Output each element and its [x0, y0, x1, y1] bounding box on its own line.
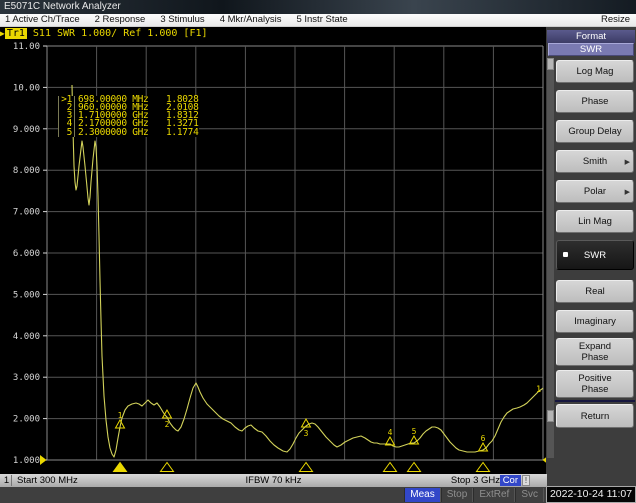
trace-marker-label-5: 5	[412, 427, 417, 436]
softkey-expand-phase[interactable]: ExpandPhase	[556, 338, 634, 366]
status-indicators: MeasStopExtRefSvc	[404, 487, 544, 503]
status-stop: Stop	[441, 488, 474, 502]
y-axis-label: 6.000	[13, 249, 40, 259]
softkey-polar[interactable]: Polar▶	[556, 180, 634, 203]
softkey-sidebar: Format SWR Log MagPhaseGroup DelaySmith▶…	[546, 27, 636, 486]
y-axis-label: 4.000	[13, 332, 40, 342]
y-axis-label: 2.000	[13, 415, 40, 425]
stimulus-marker-3[interactable]	[300, 463, 313, 472]
ref-level-arrow-left	[40, 455, 47, 465]
stimulus-marker-6[interactable]	[477, 463, 490, 472]
datetime-display: 2022-10-24 11:07	[546, 486, 636, 503]
marker-value: 1.1774	[166, 127, 199, 138]
marker-frequency: 2.3000000 GHz	[78, 129, 166, 137]
y-axis-label: 7.000	[13, 208, 40, 218]
softkey-return[interactable]: Return	[556, 404, 634, 428]
trace-name-badge[interactable]: Tr1	[5, 28, 27, 39]
trace-marker-label-3: 3	[304, 429, 309, 438]
stimulus-marker-1[interactable]	[114, 463, 127, 472]
softkey-log-mag[interactable]: Log Mag	[556, 60, 634, 83]
softkey-smith[interactable]: Smith▶	[556, 150, 634, 173]
stimulus-marker-4[interactable]	[384, 463, 397, 472]
channel-status-bar: 1 IFBW 70 kHz Start 300 MHz Stop 3 GHz C…	[0, 474, 547, 487]
menu-item-mkr-analysis[interactable]: 4 Mkr/Analysis	[220, 14, 282, 26]
trace-marker-label-1: 1	[118, 411, 123, 420]
table-column-separator	[74, 104, 75, 112]
status-meas: Meas	[404, 488, 440, 502]
table-column-separator	[74, 112, 75, 120]
softkey-label: Phase	[557, 384, 633, 395]
softkey-swr[interactable]: SWR	[556, 240, 634, 270]
softkey-label: Lin Mag	[557, 216, 633, 227]
y-axis-label: 8.000	[13, 166, 40, 176]
y-axis-label: 10.00	[13, 83, 40, 93]
stimulus-marker-5[interactable]	[408, 463, 421, 472]
softkey-label: Expand	[557, 341, 633, 352]
trace-number-label: 1	[536, 385, 541, 395]
softkey-positive-phase[interactable]: PositivePhase	[556, 370, 634, 398]
trace-marker-label-6: 6	[481, 434, 486, 443]
warning-badge: !	[522, 475, 530, 486]
menu-items: 1 Active Ch/Trace 2 Response 3 Stimulus 4 M…	[5, 14, 363, 26]
softkey-label: Smith	[557, 156, 633, 167]
softkey-label: Return	[557, 411, 633, 422]
softkey-label: Phase	[557, 96, 633, 107]
menu-resize[interactable]: Resize	[601, 14, 630, 26]
submenu-arrow-icon: ▶	[625, 158, 630, 166]
softkey-label: Phase	[557, 352, 633, 363]
softkey-label: Log Mag	[557, 66, 633, 77]
status-extref: ExtRef	[473, 488, 515, 502]
start-frequency-readout: Start 300 MHz	[17, 474, 78, 487]
softkey-label: Polar	[557, 186, 633, 197]
instrument-status-bar: MeasStopExtRefSvc	[0, 487, 546, 503]
stimulus-marker-2[interactable]	[161, 463, 174, 472]
softkey-group-delay[interactable]: Group Delay	[556, 120, 634, 143]
instrument-screen: E5071C Network Analyzer 1 Active Ch/Trac…	[0, 0, 636, 503]
menu-bar: 1 Active Ch/Trace 2 Response 3 Stimulus 4 M…	[0, 14, 636, 27]
window-title-bar[interactable]: E5071C Network Analyzer	[0, 0, 636, 14]
table-column-separator	[74, 120, 75, 128]
status-svc: Svc	[515, 488, 544, 502]
softkey-menu-value: SWR	[548, 43, 634, 56]
y-axis-label: 11.00	[13, 42, 40, 52]
menu-item-stimulus[interactable]: 3 Stimulus	[160, 14, 204, 26]
softkey-label: SWR	[557, 250, 633, 261]
softkey-label: Positive	[557, 373, 633, 384]
softkey-label: Group Delay	[557, 126, 633, 137]
stop-frequency-readout: Stop 3 GHz	[451, 474, 500, 487]
swr-trace	[72, 85, 543, 457]
y-axis-label: 3.000	[13, 373, 40, 383]
softkey-imaginary[interactable]: Imaginary	[556, 310, 634, 333]
menu-item-active-ch-trace[interactable]: 1 Active Ch/Trace	[5, 14, 80, 26]
submenu-arrow-icon: ▶	[625, 188, 630, 196]
trace-marker-label-4: 4	[388, 428, 393, 437]
marker-table-row: 5 2.3000000 GHz1.1774	[59, 129, 199, 137]
menu-item-response[interactable]: 2 Response	[95, 14, 146, 26]
menu-item-instr-state[interactable]: 5 Instr State	[296, 14, 347, 26]
marker-number: 5	[59, 129, 72, 137]
selected-bullet-icon	[563, 252, 568, 257]
trace-status-bar: ▶Tr1 S11 SWR 1.000/ Ref 1.000 [F1]	[0, 27, 546, 40]
y-axis-label: 9.000	[13, 125, 40, 135]
table-column-separator	[74, 96, 75, 104]
softkey-menu-title: Format	[547, 30, 635, 43]
marker-readout-table: >1698.00000 MHz1.80282960.00000 MHz2.010…	[58, 96, 199, 137]
plot-area: 11.00 10.00 9.000 8.000 7.000 6.000 5.000 4.000…	[0, 40, 546, 474]
window-title: E5071C Network Analyzer	[4, 1, 121, 12]
softkey-separator	[555, 400, 635, 402]
y-axis-label: 1.000	[13, 456, 40, 466]
scrollbar-down-thumb[interactable]	[547, 410, 554, 422]
table-column-separator	[74, 129, 75, 137]
trace-status-text: S11 SWR 1.000/ Ref 1.000 [F1]	[27, 28, 208, 39]
scrollbar-up-thumb[interactable]	[547, 58, 554, 70]
softkey-label: Imaginary	[557, 316, 633, 327]
softkey-real[interactable]: Real	[556, 280, 634, 303]
softkey-label: Real	[557, 286, 633, 297]
softkey-phase[interactable]: Phase	[556, 90, 634, 113]
softkey-scrollbar[interactable]	[547, 58, 554, 458]
softkey-lin-mag[interactable]: Lin Mag	[556, 210, 634, 233]
trace-marker-label-2: 2	[165, 420, 170, 429]
y-axis-label: 5.000	[13, 290, 40, 300]
correction-badge: Cor	[500, 475, 521, 486]
